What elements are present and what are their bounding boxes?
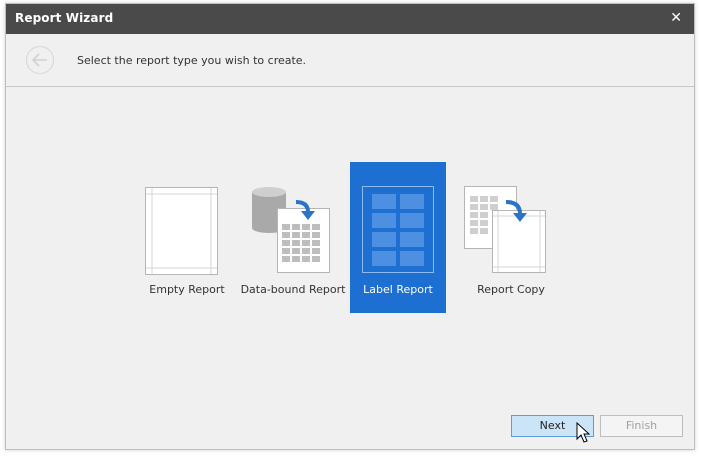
option-report-copy[interactable]: Report Copy — [458, 162, 554, 313]
option-label: Label Report — [363, 283, 433, 296]
option-label: Report Copy — [477, 283, 545, 296]
instruction-text: Select the report type you wish to creat… — [77, 54, 307, 67]
close-icon[interactable]: ✕ — [670, 10, 682, 26]
option-empty-report[interactable]: Empty Report — [134, 162, 230, 313]
option-label: Empty Report — [149, 283, 225, 296]
option-label-report[interactable]: Label Report — [350, 162, 446, 313]
empty-report-icon — [145, 187, 218, 275]
window-title: Report Wizard — [15, 11, 114, 25]
report-type-gallery: Empty Report Data-bound Report Label Rep… — [6, 87, 694, 449]
report-wizard-window: Report Wizard ✕ Select the report type y… — [5, 3, 695, 450]
label-report-icon — [362, 186, 434, 273]
data-bound-report-icon — [252, 187, 330, 273]
back-arrow-icon[interactable] — [26, 46, 54, 74]
finish-button[interactable]: Finish — [600, 415, 683, 437]
report-copy-icon — [464, 186, 546, 273]
mouse-cursor-icon — [576, 422, 590, 443]
wizard-header: Select the report type you wish to creat… — [6, 34, 694, 87]
option-label: Data-bound Report — [240, 283, 346, 296]
title-bar: Report Wizard ✕ — [6, 4, 694, 34]
option-data-bound-report[interactable]: Data-bound Report — [240, 162, 345, 313]
